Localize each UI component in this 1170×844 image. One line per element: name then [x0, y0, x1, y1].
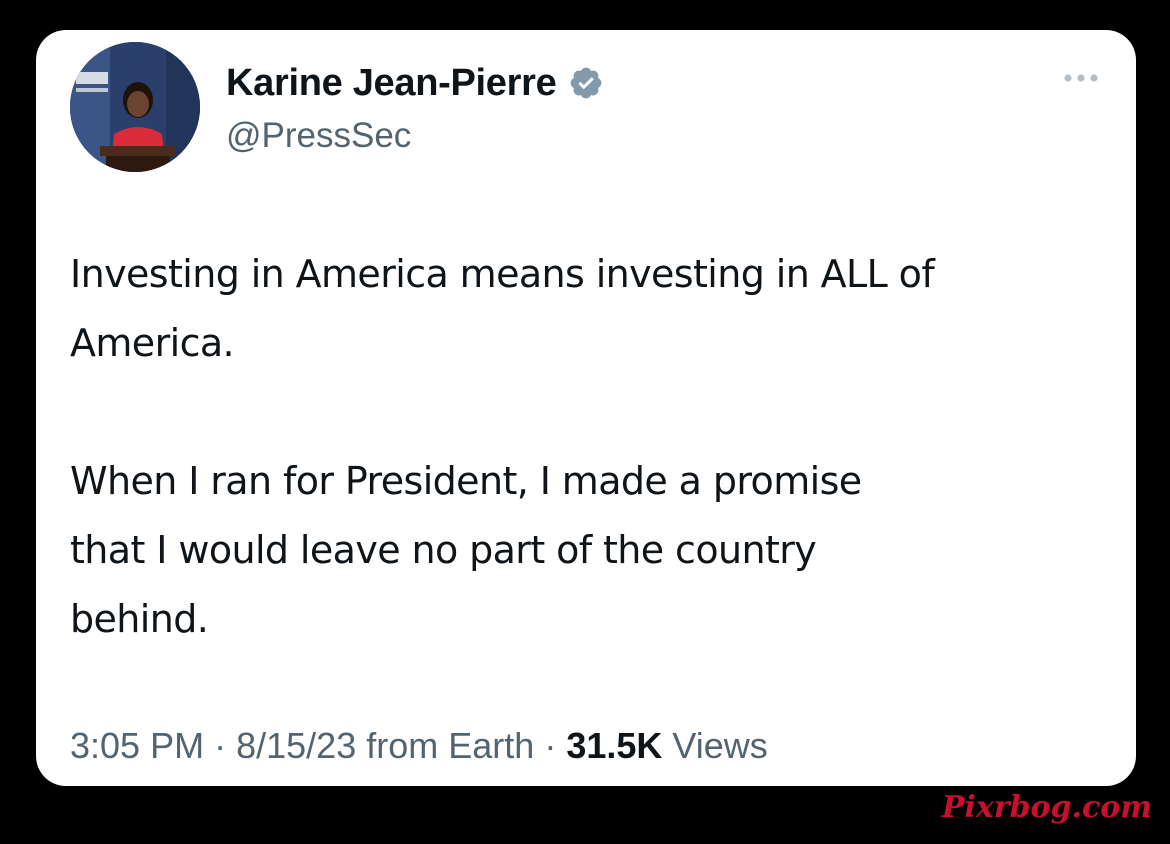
meta-separator: · [214, 725, 227, 766]
verified-badge-icon [568, 65, 604, 101]
tweet-source: from Earth [366, 725, 535, 766]
meta-separator: · [544, 725, 557, 766]
watermark: Pixrbog.com [941, 790, 1152, 825]
tweet-paragraph-2: When I ran for President, I made a promi… [70, 459, 862, 641]
display-name[interactable]: Karine Jean-Pierre [226, 62, 557, 105]
views-label[interactable]: Views [672, 725, 767, 766]
author-name-row: Karine Jean-Pierre [226, 60, 604, 106]
tweet-time[interactable]: 3:05 PM [70, 725, 204, 766]
tweet-text: Investing in America means investing in … [70, 240, 1120, 654]
avatar[interactable] [70, 42, 200, 172]
tweet-paragraph-1: Investing in America means investing in … [70, 252, 935, 365]
tweet-card: Karine Jean-Pierre @PressSec Investing i… [36, 30, 1136, 786]
author-handle[interactable]: @PressSec [226, 116, 411, 156]
views-count[interactable]: 31.5K [566, 725, 662, 766]
tweet-meta: 3:05 PM · 8/15/23 from Earth · 31.5K Vie… [70, 725, 768, 767]
tweet-date[interactable]: 8/15/23 [236, 725, 356, 766]
more-options-icon[interactable] [1056, 68, 1106, 88]
avatar-image [70, 42, 200, 172]
